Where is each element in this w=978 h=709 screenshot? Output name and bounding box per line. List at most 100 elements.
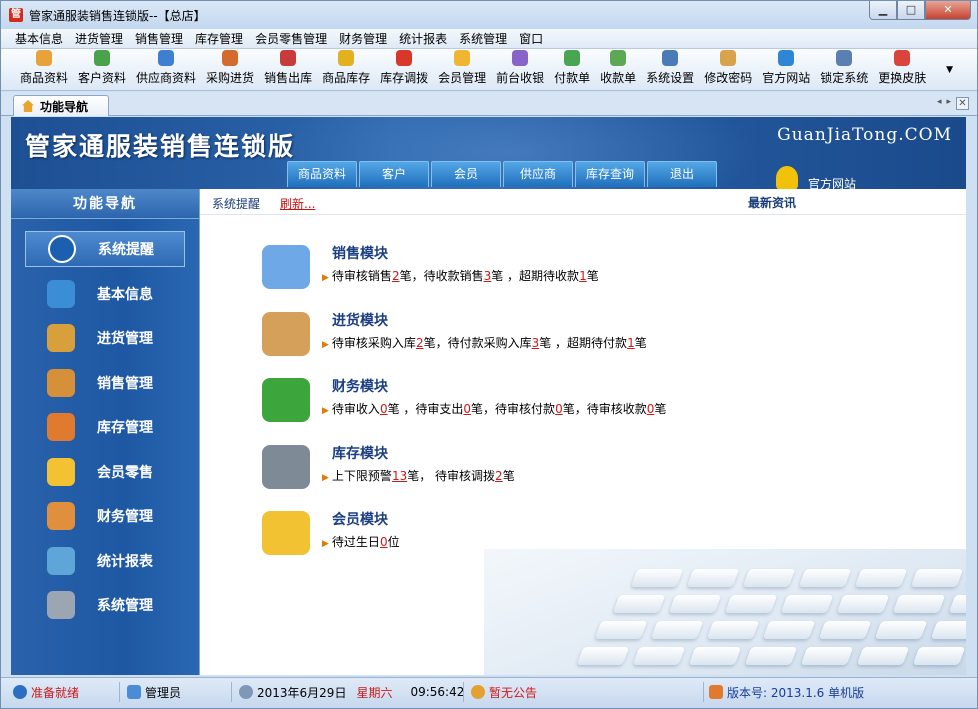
app-window: 管 管家通服装销售连锁版--【总店】 ▁ □ ✕ 基本信息 进货管理 销售管理 … <box>0 0 978 709</box>
left-nav-item[interactable]: 进货管理 <box>25 320 185 356</box>
title-bar[interactable]: 管 管家通服装销售连锁版--【总店】 ▁ □ ✕ <box>1 1 977 29</box>
module-count-link[interactable]: 0 <box>380 402 388 416</box>
app-logo-icon: 管 <box>9 8 23 22</box>
nav-goods[interactable]: 商品资料 <box>287 161 357 187</box>
site-url: GuanJiaTong.COM <box>777 125 952 145</box>
module-summary: ▶ 待审核采购入库2笔，待付款采购入库3笔 ，超期待付款1笔 <box>322 334 647 351</box>
left-nav-item[interactable]: 基本信息 <box>25 276 185 312</box>
nav-stock-query[interactable]: 库存查询 <box>575 161 645 187</box>
keyboard-key <box>874 621 928 639</box>
keyboard-key <box>724 595 778 613</box>
toolbar-overflow-icon[interactable]: ▼ <box>946 65 953 75</box>
toolbar-button-label: 系统设置 <box>646 71 695 85</box>
keyboard-key <box>632 647 686 665</box>
module-summary-text: 笔 ，超期待付款 <box>539 335 628 350</box>
module-count-link[interactable]: 2 <box>495 469 503 483</box>
bullet-arrow-icon: ▶ <box>322 472 329 483</box>
left-nav-item[interactable]: 会员零售 <box>25 454 185 490</box>
toolbar-button-label: 销售出库 <box>264 71 313 85</box>
toolbar-button-label: 更换皮肤 <box>878 71 927 85</box>
module-count-link[interactable]: 1 <box>579 269 587 283</box>
toolbar-button[interactable]: 采购进货 <box>201 50 259 86</box>
bullet-arrow-icon: ▶ <box>322 406 329 416</box>
toolbar-button[interactable]: 收款单 <box>595 50 641 86</box>
module-count-link[interactable]: 2 <box>392 269 400 283</box>
toolbar-button[interactable]: 会员管理 <box>433 50 491 86</box>
menu-finance[interactable]: 财务管理 <box>333 30 393 47</box>
tab-function-nav[interactable]: 功能导航 <box>13 95 109 116</box>
menu-inventory[interactable]: 库存管理 <box>189 30 249 47</box>
menu-basic-info[interactable]: 基本信息 <box>9 30 69 47</box>
menu-window[interactable]: 窗口 <box>513 30 549 47</box>
left-nav-item-label: 进货管理 <box>97 331 153 347</box>
menu-purchase[interactable]: 进货管理 <box>69 30 129 47</box>
left-nav-item[interactable]: 财务管理 <box>25 498 185 534</box>
toolbar-button-label: 会员管理 <box>438 71 487 85</box>
ie-icon <box>778 50 795 66</box>
bullet-arrow-icon: ▶ <box>322 539 329 549</box>
module-name[interactable]: 财务模块 <box>332 376 388 396</box>
toolbar-button[interactable]: 付款单 <box>549 50 595 86</box>
module-name[interactable]: 销售模块 <box>332 243 388 263</box>
brand-title: 管家通服装销售连锁版 <box>25 132 296 161</box>
module-count-link[interactable]: 0 <box>463 402 471 416</box>
tab-prev-icon[interactable]: ◂ <box>937 97 942 110</box>
menu-member-retail[interactable]: 会员零售管理 <box>249 30 333 47</box>
tab-close-icon[interactable]: ✕ <box>956 97 969 110</box>
chat-bubbles-icon <box>262 511 310 555</box>
toolbar-button[interactable]: 修改密码 <box>699 50 757 86</box>
module-count-link[interactable]: 0 <box>555 402 563 416</box>
menu-system[interactable]: 系统管理 <box>453 30 513 47</box>
nav-members[interactable]: 会员 <box>431 161 501 187</box>
toolbar-button[interactable]: 供应商资料 <box>131 50 201 86</box>
nav-customers[interactable]: 客户 <box>359 161 429 187</box>
toolbar-button[interactable]: 锁定系统 <box>815 50 873 86</box>
refresh-link[interactable]: 刷新... <box>280 195 315 212</box>
left-nav-item[interactable]: 销售管理 <box>25 365 185 401</box>
toolbar-button[interactable]: 商品库存 <box>317 50 375 86</box>
module-count-link[interactable]: 1 <box>627 336 635 350</box>
module-summary-text: 上下限预警 <box>331 468 392 483</box>
minimize-button[interactable]: ▁ <box>869 1 897 20</box>
nav-suppliers[interactable]: 供应商 <box>503 161 573 187</box>
left-nav-item[interactable]: 系统管理 <box>25 587 185 623</box>
module-name[interactable]: 进货模块 <box>332 310 388 330</box>
toolbar-button[interactable]: 官方网站 <box>757 50 815 86</box>
left-nav-item[interactable]: 库存管理 <box>25 409 185 445</box>
stock-icon <box>338 50 355 66</box>
keyboard-key <box>912 647 966 665</box>
toolbar-button[interactable]: 库存调拨 <box>375 50 433 86</box>
toolbar-button[interactable]: 商品资料 <box>15 50 73 86</box>
left-nav-item[interactable]: 统计报表 <box>25 543 185 579</box>
tab-next-icon[interactable]: ▸ <box>946 97 951 110</box>
module-count-link[interactable]: 13 <box>392 469 407 483</box>
toolbar-button[interactable]: 前台收银 <box>491 50 549 86</box>
module-count-link[interactable]: 0 <box>380 535 388 549</box>
toolbar-button[interactable]: 销售出库 <box>259 50 317 86</box>
bullet-arrow-icon: ▶ <box>322 339 329 350</box>
left-nav-item-label: 库存管理 <box>97 420 153 436</box>
toolbar-button[interactable]: 系统设置 <box>641 50 699 86</box>
info-icon <box>48 235 76 263</box>
module-name[interactable]: 库存模块 <box>332 443 388 463</box>
module-summary: ▶ 待审核销售2笔，待收款销售3笔 ，超期待收款1笔 <box>322 267 599 284</box>
left-nav-item[interactable]: 系统提醒 <box>25 231 185 267</box>
maximize-button[interactable]: □ <box>897 1 925 20</box>
status-notice[interactable]: 暂无公告 <box>471 683 537 701</box>
nav-exit[interactable]: 退出 <box>647 161 717 187</box>
module-name[interactable]: 会员模块 <box>332 509 388 529</box>
status-version: 版本号: 2013.1.6 单机版 <box>709 683 864 701</box>
module-summary-text: 笔 <box>654 402 667 416</box>
toolbar-button-label: 付款单 <box>554 71 591 85</box>
menu-sales[interactable]: 销售管理 <box>129 30 189 47</box>
status-ready: 准备就绪 <box>13 683 79 701</box>
news-title[interactable]: 最新资讯 <box>748 194 796 211</box>
toolbar-button[interactable]: 客户资料 <box>73 50 131 86</box>
close-button[interactable]: ✕ <box>925 1 971 20</box>
tab-controls: ◂ ▸ ✕ <box>937 97 969 110</box>
transfer-icon <box>396 50 413 66</box>
menu-reports[interactable]: 统计报表 <box>393 30 453 47</box>
toolbar-button[interactable]: 更换皮肤 <box>873 50 931 86</box>
official-site-link[interactable]: 官方网站 <box>775 163 856 189</box>
module-count-link[interactable]: 2 <box>416 336 424 350</box>
